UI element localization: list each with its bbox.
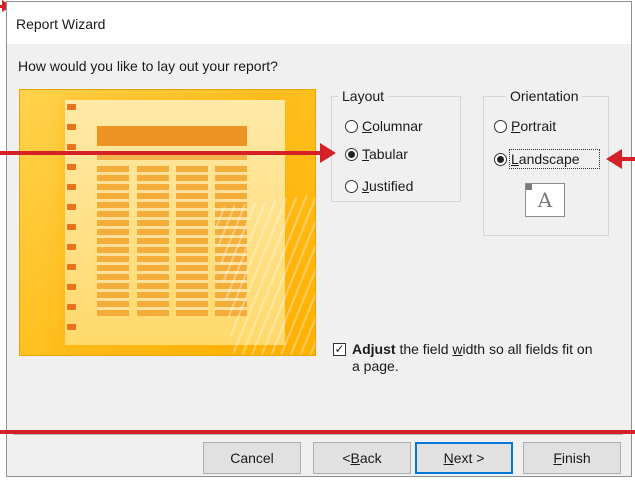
radio-button[interactable] bbox=[494, 119, 507, 133]
orientation-group-legend: Orientation bbox=[506, 88, 583, 104]
radio-button-selected[interactable] bbox=[345, 147, 358, 161]
binder-ring bbox=[67, 324, 76, 330]
binder-ring bbox=[67, 164, 76, 170]
page-letter: A bbox=[537, 188, 553, 212]
layout-option-justified[interactable]: Justified bbox=[345, 178, 413, 194]
binder-ring bbox=[67, 204, 76, 210]
preview-column bbox=[176, 166, 208, 316]
binder-ring bbox=[67, 224, 76, 230]
layout-preview-image bbox=[19, 89, 316, 356]
option-label: Tabular bbox=[362, 146, 408, 162]
adjust-field-width-label: Adjust the field width so all fields fit… bbox=[352, 341, 593, 374]
option-label: Landscape bbox=[509, 149, 600, 169]
binder-ring bbox=[67, 184, 76, 190]
divider bbox=[13, 434, 623, 435]
annotation-arrow-orientation bbox=[622, 157, 635, 161]
window-title: Report Wizard bbox=[16, 16, 106, 32]
binder-ring bbox=[67, 264, 76, 270]
layout-prompt: How would you like to lay out your repor… bbox=[18, 58, 278, 74]
binder-ring bbox=[67, 124, 76, 130]
radio-button-selected[interactable] bbox=[494, 152, 507, 166]
page-corner-icon bbox=[526, 184, 532, 190]
orientation-option-portrait[interactable]: Portrait bbox=[494, 118, 556, 134]
binder-ring bbox=[67, 144, 76, 150]
annotation-arrowhead-layout bbox=[320, 143, 336, 163]
binder-ring bbox=[67, 284, 76, 290]
finish-button[interactable]: Finish bbox=[523, 442, 621, 474]
layout-group: Layout Columnar Tabular Justified bbox=[331, 88, 461, 202]
layout-option-tabular[interactable]: Tabular bbox=[345, 146, 408, 162]
report-wizard-window: Report Wizard How would you like to lay … bbox=[6, 1, 632, 477]
layout-option-columnar[interactable]: Columnar bbox=[345, 118, 423, 134]
radio-button[interactable] bbox=[345, 179, 358, 193]
landscape-page-icon: A bbox=[525, 183, 565, 217]
preview-column bbox=[137, 166, 169, 316]
binder-ring bbox=[67, 104, 76, 110]
back-button[interactable]: < Back bbox=[313, 442, 411, 474]
option-label: Columnar bbox=[362, 118, 423, 134]
binder-ring bbox=[67, 304, 76, 310]
next-button[interactable]: Next > bbox=[415, 442, 513, 474]
cancel-button[interactable]: Cancel bbox=[203, 442, 301, 474]
option-label: Justified bbox=[362, 178, 414, 194]
layout-group-legend: Layout bbox=[338, 88, 389, 104]
annotation-arrow-layout bbox=[0, 151, 322, 155]
preview-title-bar bbox=[97, 126, 247, 146]
annotation-arrowhead-orientation bbox=[606, 149, 622, 169]
binder-ring bbox=[67, 244, 76, 250]
title-bar: Report Wizard bbox=[7, 2, 631, 44]
radio-button[interactable] bbox=[345, 119, 358, 133]
adjust-field-width-option[interactable]: ✓ Adjust the field width so all fields f… bbox=[333, 341, 602, 375]
annotation-line-buttons bbox=[0, 430, 635, 434]
adjust-field-width-checkbox[interactable]: ✓ bbox=[333, 343, 346, 356]
orientation-option-landscape[interactable]: Landscape bbox=[494, 149, 600, 169]
option-label: Portrait bbox=[511, 118, 557, 134]
preview-column bbox=[97, 166, 129, 316]
